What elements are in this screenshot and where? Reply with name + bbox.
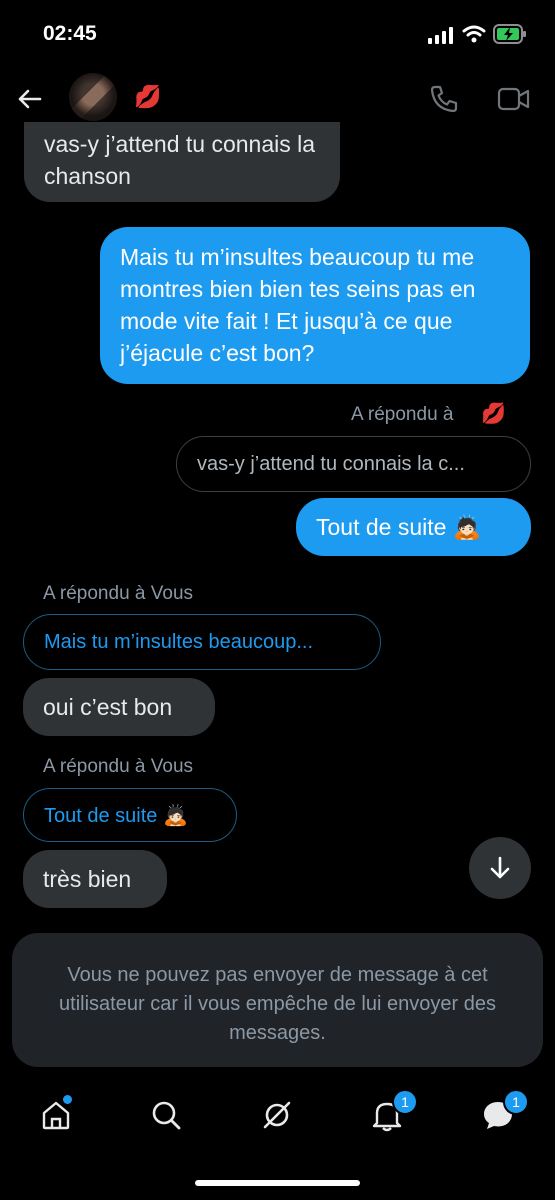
phone-call-icon[interactable] (428, 84, 460, 114)
contact-name-emoji[interactable]: 💋 (134, 84, 161, 110)
grok-icon (263, 1101, 291, 1129)
quoted-message[interactable]: Tout de suite 🙇🏻 (23, 788, 237, 842)
reply-label: A répondu à Vous (43, 583, 194, 604)
tab-grok[interactable] (257, 1095, 297, 1135)
home-indicator (195, 1180, 360, 1186)
arrow-down-icon (490, 856, 510, 879)
tab-messages[interactable]: 1 (478, 1089, 529, 1135)
reply-target-emoji: 💋 (481, 403, 506, 425)
quoted-message[interactable]: vas-y j’attend tu connais la c... (176, 436, 531, 492)
battery-icon (493, 24, 526, 44)
signal-icon (428, 27, 453, 44)
messages-badge: 1 (503, 1089, 529, 1115)
tab-notifications[interactable]: 1 (367, 1089, 418, 1135)
reply-label: A répondu à Vous (43, 756, 194, 777)
search-icon (152, 1101, 181, 1130)
status-time: 02:45 (43, 22, 97, 45)
message-bubble-incoming[interactable]: vas-y j’attend tu connais la chanson (24, 122, 340, 202)
back-arrow-icon[interactable] (14, 84, 44, 114)
tab-home[interactable] (36, 1095, 76, 1135)
video-call-icon[interactable] (497, 86, 531, 112)
message-bubble-outgoing[interactable]: Tout de suite 🙇🏻 (296, 498, 531, 556)
scroll-to-bottom-button[interactable] (469, 837, 531, 899)
blocked-notice: Vous ne pouvez pas envoyer de message à … (12, 933, 543, 1067)
tab-search[interactable] (146, 1095, 186, 1135)
wifi-icon (462, 25, 486, 43)
message-bubble-outgoing[interactable]: Mais tu m’insultes beaucoup tu me montre… (100, 227, 530, 384)
quoted-message[interactable]: Mais tu m’insultes beaucoup... (23, 614, 381, 670)
message-bubble-incoming[interactable]: très bien (23, 850, 167, 908)
avatar-shade (69, 73, 117, 121)
notifications-badge: 1 (392, 1089, 418, 1115)
home-unread-dot (63, 1095, 72, 1104)
reply-label: A répondu à (351, 404, 454, 425)
message-bubble-incoming[interactable]: oui c’est bon (23, 678, 215, 736)
